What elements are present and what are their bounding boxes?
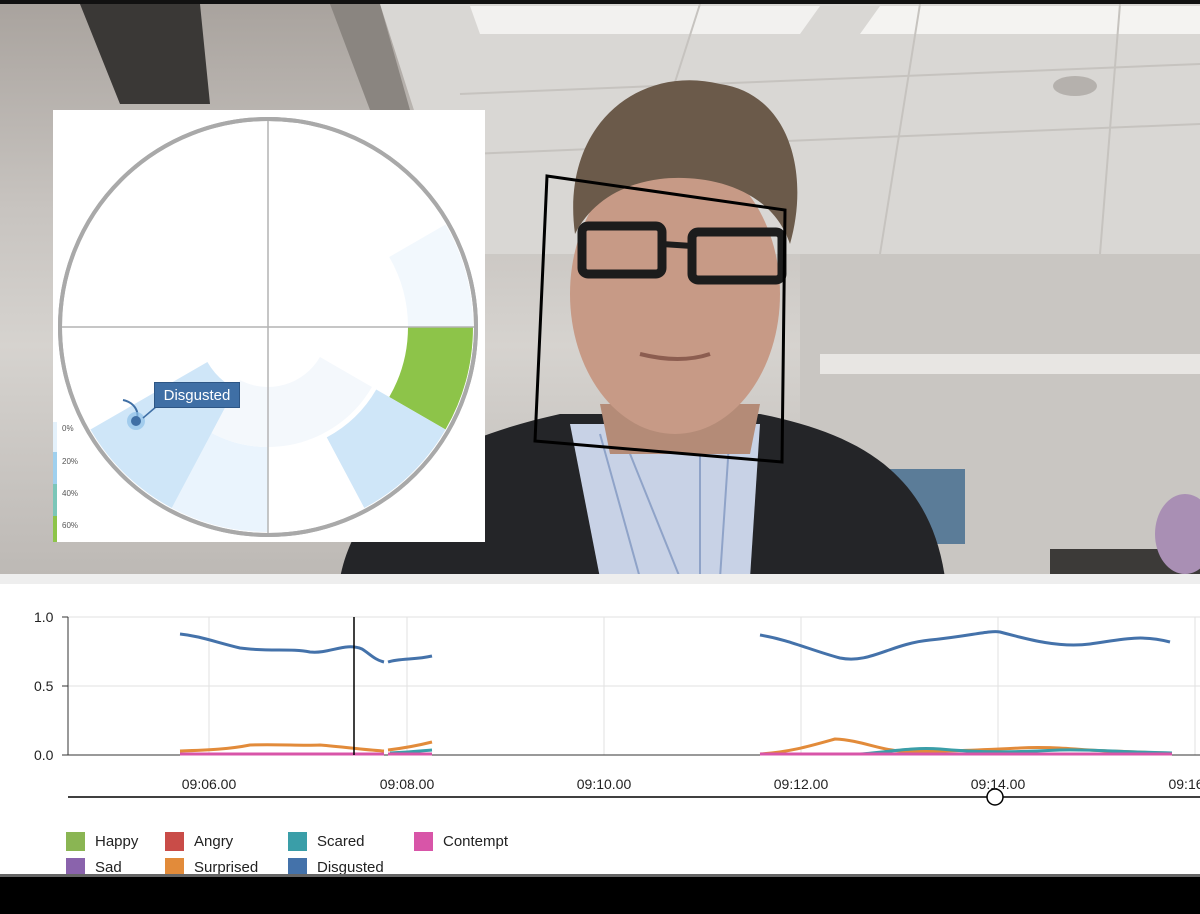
series-disgusted-line [759, 630, 1171, 661]
legend-label: Angry [194, 832, 234, 850]
scale-label: 0% [62, 424, 74, 433]
scale-bar-60 [53, 516, 57, 542]
emotion-radial-panel: Disgusted 0% 20% 40% 60% [53, 110, 485, 542]
scale-bar-40 [53, 484, 57, 516]
legend-item-scared[interactable]: Scared [288, 830, 365, 852]
legend-label: Contempt [443, 832, 509, 850]
emotion-timeline-panel: 1.0 0.5 0.0 09:06.00 09:08.00 09:10.00 0… [0, 574, 1200, 877]
emotion-radial-chart [58, 117, 478, 537]
x-tick-label: 09:06.00 [181, 776, 237, 792]
x-tick-label: 09:10.00 [576, 776, 632, 792]
legend-swatch [414, 831, 433, 851]
legend-label: Surprised [194, 858, 259, 876]
legend-label: Disgusted [317, 858, 384, 876]
intensity-scale: 0% 20% 40% 60% [53, 422, 93, 542]
scale-label: 60% [62, 521, 79, 530]
y-axis-ticks [62, 616, 68, 756]
legend-item-contempt[interactable]: Contempt [414, 830, 508, 852]
emotion-legend: Happy Angry Scared Contempt Sad Surprise… [66, 830, 586, 880]
legend-label: Sad [95, 858, 122, 876]
scale-label: 40% [62, 489, 79, 498]
marker-dot [131, 416, 141, 426]
y-tick-label: 0.5 [34, 678, 54, 694]
legend-item-angry[interactable]: Angry [165, 830, 233, 852]
legend-swatch [165, 831, 184, 851]
x-tick-label: 09:08.00 [379, 776, 435, 792]
emotion-tooltip: Disgusted [154, 382, 240, 408]
legend-label: Scared [317, 832, 365, 850]
series-disgusted-line [387, 654, 433, 664]
x-tick-label: 09:14.00 [970, 776, 1026, 792]
camera-feed: Disgusted 0% 20% 40% 60% [0, 0, 1200, 574]
legend-item-happy[interactable]: Happy [66, 830, 138, 852]
scale-label: 20% [62, 457, 79, 466]
y-tick-label: 1.0 [34, 609, 54, 625]
x-tick-label: 09:16 [1168, 776, 1200, 792]
bottom-bar [0, 874, 1200, 914]
grid [68, 616, 1200, 755]
scale-bar-0 [53, 422, 57, 452]
legend-label: Happy [95, 832, 139, 850]
x-tick-label: 09:12.00 [773, 776, 829, 792]
legend-swatch [66, 831, 85, 851]
legend-swatch [288, 831, 307, 851]
scale-bar-20 [53, 452, 57, 484]
series-surprised-line [387, 740, 433, 752]
y-tick-label: 0.0 [34, 747, 54, 763]
